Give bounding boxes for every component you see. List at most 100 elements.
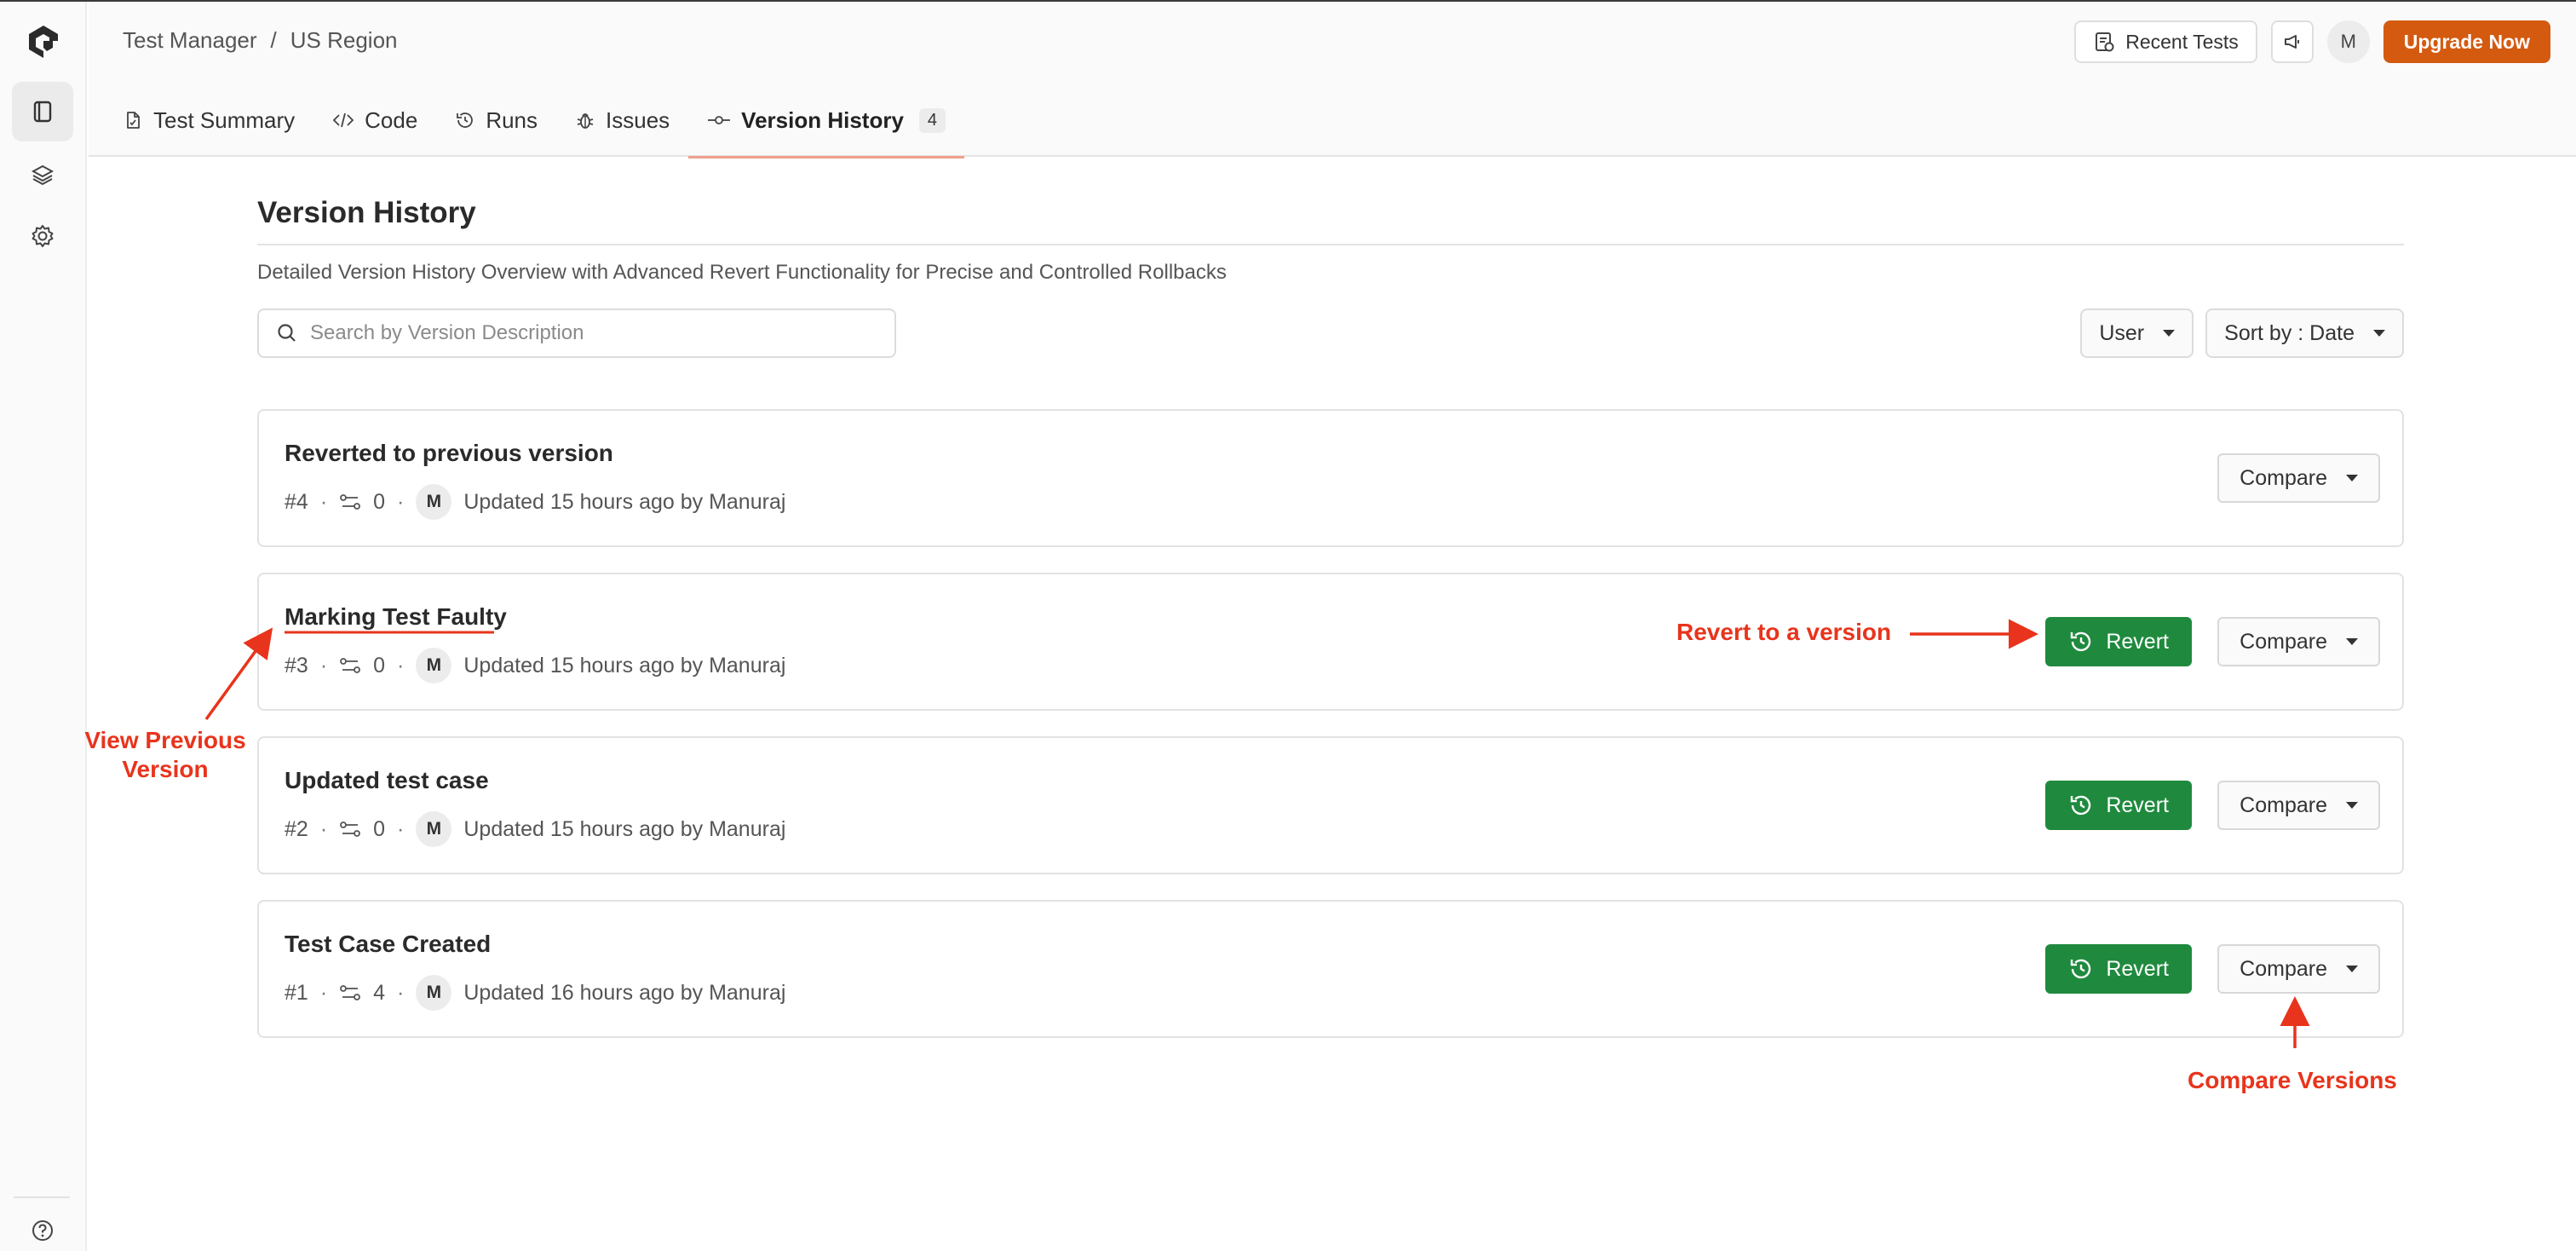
search-icon: [278, 324, 296, 342]
tab-version-history[interactable]: Version History 4: [688, 84, 964, 159]
tab-label: Test Summary: [153, 107, 296, 133]
version-list: Reverted to previous version #4 · 0 · M …: [257, 409, 2404, 1038]
version-meta: #3 · 0 · M Updated 15 hours ago by Manur…: [285, 648, 785, 683]
revert-history-icon: [2071, 795, 2091, 816]
user-avatar[interactable]: M: [2326, 20, 2370, 63]
notebook-icon: [33, 101, 52, 123]
tab-code[interactable]: Code: [313, 84, 436, 157]
meta-separator: ·: [319, 816, 328, 841]
compare-button[interactable]: Compare: [2217, 617, 2380, 666]
caret-down-icon: [2346, 966, 2358, 972]
changes-count: 0: [373, 653, 386, 677]
rail-layers-button[interactable]: [12, 145, 73, 205]
meta-separator: ·: [319, 653, 328, 677]
version-number: #3: [285, 653, 308, 677]
upgrade-now-button[interactable]: Upgrade Now: [2383, 20, 2550, 63]
announcements-button[interactable]: [2270, 20, 2314, 63]
compare-label: Compare: [2240, 465, 2327, 490]
commit-icon: [708, 116, 731, 124]
version-number: #2: [285, 816, 308, 841]
author-avatar: M: [416, 975, 452, 1011]
version-title[interactable]: Test Case Created: [285, 931, 491, 958]
search-input[interactable]: [310, 321, 855, 345]
page-description: Detailed Version History Overview with A…: [257, 261, 1227, 284]
updated-text: Updated 15 hours ago by Manuraj: [463, 816, 786, 841]
breadcrumb-current[interactable]: US Region: [290, 27, 398, 54]
version-meta: #1 · 4 · M Updated 16 hours ago by Manur…: [285, 975, 785, 1011]
compare-label: Compare: [2240, 956, 2327, 981]
bug-icon: [577, 113, 594, 129]
updated-text: Updated 16 hours ago by Manuraj: [463, 980, 786, 1005]
rail-divider: [14, 1196, 70, 1198]
revert-history-icon: [2071, 959, 2091, 979]
compare-label: Compare: [2240, 629, 2327, 654]
search-box: [257, 308, 896, 358]
version-meta: #4 · 0 · M Updated 15 hours ago by Manur…: [285, 484, 785, 520]
meta-separator: ·: [319, 980, 328, 1005]
breadcrumb-separator: /: [270, 27, 277, 53]
meta-separator: ·: [397, 653, 405, 677]
gear-icon: [32, 225, 54, 247]
recent-list-icon: [2096, 32, 2114, 52]
annotation-view-previous: View Previous Version: [82, 726, 249, 784]
tab-issues[interactable]: Issues: [556, 84, 688, 157]
filter-group: User Sort by : Date: [2080, 308, 2404, 358]
sort-label: Sort by : Date: [2224, 320, 2355, 345]
tab-runs[interactable]: Runs: [436, 84, 556, 157]
breadcrumb-parent[interactable]: Test Manager: [123, 27, 257, 54]
history-icon: [457, 112, 474, 128]
top-header: Test Manager / US Region Recent Tests M …: [89, 2, 2576, 159]
compare-label: Compare: [2240, 793, 2327, 817]
meta-separator: ·: [397, 980, 405, 1005]
version-actions: Revert Compare: [2045, 944, 2380, 994]
compare-button[interactable]: Compare: [2217, 944, 2380, 994]
compare-button[interactable]: Compare: [2217, 453, 2380, 503]
version-actions: Revert Compare: [2045, 617, 2380, 666]
revert-label: Revert: [2106, 793, 2169, 817]
changes-count: 0: [373, 489, 386, 514]
version-card: Test Case Created #1 · 4 · M Updated 16 …: [257, 900, 2404, 1038]
version-title[interactable]: Updated test case: [285, 767, 489, 794]
revert-button[interactable]: Revert: [2045, 781, 2193, 830]
meta-separator: ·: [397, 489, 405, 514]
version-number: #4: [285, 489, 308, 514]
author-avatar: M: [416, 484, 452, 520]
version-title[interactable]: Marking Test Faulty: [285, 603, 507, 631]
caret-down-icon: [2346, 638, 2358, 645]
changes-count: 4: [373, 980, 386, 1005]
changes-icon: [340, 494, 361, 510]
revert-button[interactable]: Revert: [2045, 944, 2193, 994]
changes-icon: [340, 658, 361, 673]
title-divider: [257, 244, 2404, 245]
sort-dropdown[interactable]: Sort by : Date: [2205, 308, 2404, 358]
rail-settings-button[interactable]: [12, 206, 73, 266]
compare-button[interactable]: Compare: [2217, 781, 2380, 830]
page-title: Version History: [257, 196, 476, 229]
annotation-compare: Compare Versions: [2188, 1067, 2397, 1093]
revert-label: Revert: [2106, 629, 2169, 654]
help-icon: [32, 1220, 53, 1241]
caret-down-icon: [2163, 330, 2176, 337]
tab-test-summary[interactable]: Test Summary: [123, 84, 313, 157]
document-icon: [127, 112, 140, 129]
app-logo-icon[interactable]: [24, 22, 63, 61]
revert-history-icon: [2071, 631, 2091, 652]
author-avatar: M: [416, 648, 452, 683]
header-actions: Recent Tests M Upgrade Now: [2074, 20, 2550, 63]
user-filter-dropdown[interactable]: User: [2080, 308, 2194, 358]
recent-tests-button[interactable]: Recent Tests: [2074, 20, 2257, 63]
updated-text: Updated 15 hours ago by Manuraj: [463, 653, 786, 677]
version-meta: #2 · 0 · M Updated 15 hours ago by Manur…: [285, 811, 785, 847]
tab-label: Code: [365, 107, 418, 133]
user-filter-label: User: [2099, 320, 2145, 345]
meta-separator: ·: [319, 489, 328, 514]
revert-button[interactable]: Revert: [2045, 617, 2193, 666]
annotation-view-previous-line1: View Previous: [84, 727, 246, 753]
changes-icon: [340, 822, 361, 837]
rail-help-button[interactable]: [12, 1207, 73, 1251]
rail-tests-button[interactable]: [12, 82, 73, 141]
meta-separator: ·: [397, 816, 405, 841]
caret-down-icon: [2346, 802, 2358, 809]
version-title[interactable]: Reverted to previous version: [285, 440, 613, 467]
megaphone-icon: [2284, 35, 2299, 49]
